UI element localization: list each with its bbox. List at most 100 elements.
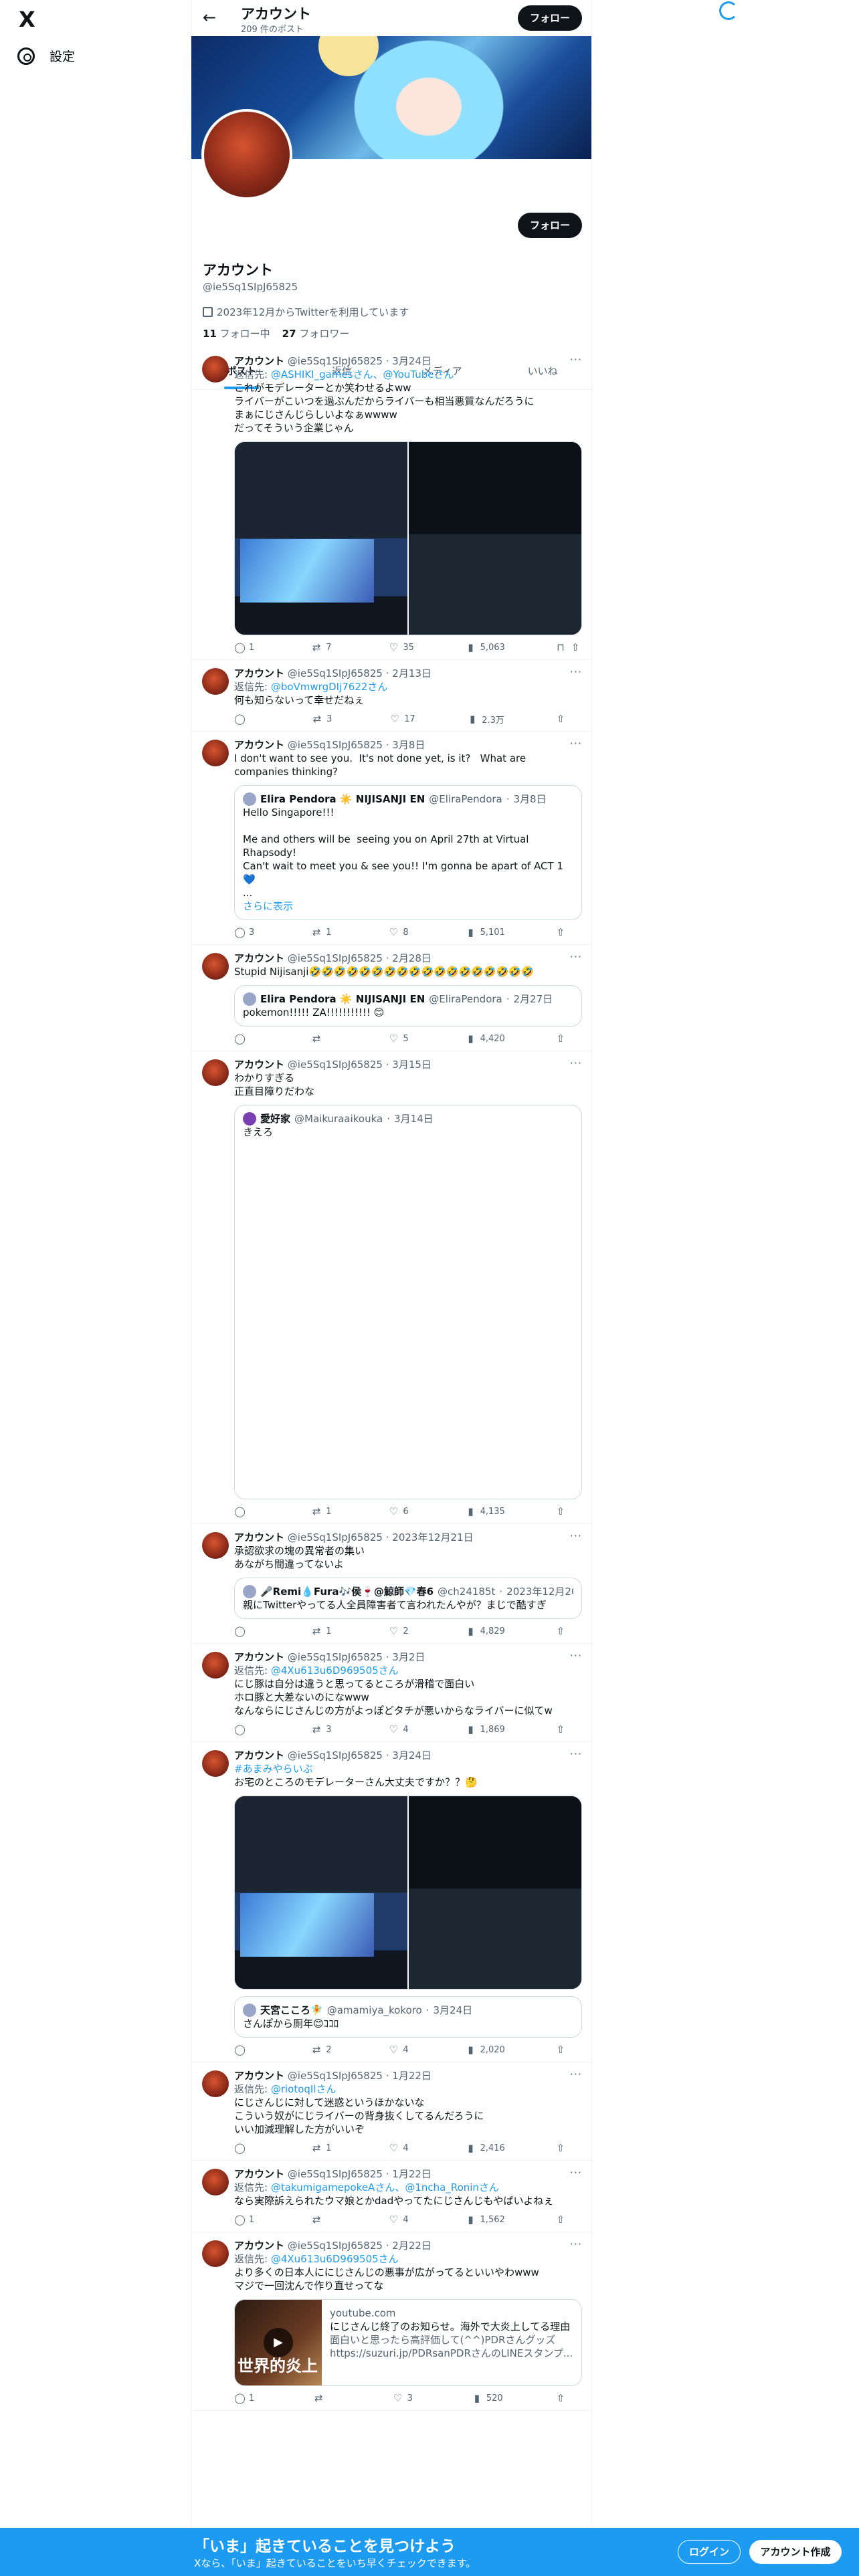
reply-to-link[interactable]: @4Xu613u6D969505さん bbox=[271, 1665, 399, 1677]
like-button[interactable]: ♡ 3 bbox=[393, 2392, 419, 2404]
repost-button[interactable]: ⇄ 3 bbox=[311, 1723, 338, 1735]
views-button[interactable]: ▮ 520 bbox=[472, 2392, 503, 2404]
repost-button[interactable]: ⇄ bbox=[313, 2392, 340, 2404]
settings-link[interactable]: 設定 bbox=[17, 47, 75, 65]
reply-to-link[interactable]: @4Xu613u6D969505さん bbox=[271, 2253, 399, 2265]
tweet[interactable]: ··· アカウント @ie5Sq1SIpJ65825 · 3月24日 #あまみや… bbox=[191, 1742, 593, 2062]
tweet-handle[interactable]: @ie5Sq1SIpJ65825 bbox=[288, 2240, 383, 2252]
reply-button[interactable]: ◯ bbox=[234, 713, 261, 725]
tweet-date[interactable]: 3月8日 bbox=[392, 739, 425, 751]
tweet-handle[interactable]: @ie5Sq1SIpJ65825 bbox=[288, 1059, 383, 1071]
views-button[interactable]: ▮ 4,135 bbox=[466, 1505, 504, 1517]
login-button[interactable]: ログイン bbox=[678, 2540, 741, 2564]
more-icon[interactable]: ··· bbox=[570, 2166, 582, 2179]
tweet[interactable]: ··· アカウント @ie5Sq1SIpJ65825 · 2月28日 Stupi… bbox=[191, 945, 593, 1051]
show-more-link[interactable]: さらに表示 bbox=[243, 899, 573, 913]
repost-button[interactable]: ⇄ 2 bbox=[311, 2044, 338, 2056]
reply-button[interactable]: ◯ bbox=[234, 1625, 261, 1637]
like-button[interactable]: ♡ 4 bbox=[388, 2044, 415, 2056]
quote-tweet[interactable]: 🎤Remi💧Fura🎶侯🍷@鯨師💎春6@ch24185t·2023年12月20日… bbox=[234, 1578, 582, 1619]
tweet[interactable]: ··· アカウント @ie5Sq1SIpJ65825 · 2月13日 返信先: … bbox=[191, 660, 593, 732]
tweet-avatar[interactable] bbox=[202, 1059, 229, 1086]
bookmark-icon[interactable]: ⊓ bbox=[555, 641, 566, 653]
tweet-date[interactable]: 2023年12月21日 bbox=[392, 1531, 473, 1543]
tweet-avatar[interactable] bbox=[202, 2169, 229, 2195]
quote-tweet[interactable]: 天宮こころ🧚 @amamiya_kokoro · 3月24日 さんぽから厠年😊ｺｺﾛ bbox=[234, 1996, 582, 2038]
like-button[interactable]: ♡ 8 bbox=[388, 926, 415, 938]
tweet-avatar[interactable] bbox=[202, 1532, 229, 1559]
tweet[interactable]: ··· アカウント @ie5Sq1SIpJ65825 · 2023年12月21日… bbox=[191, 1524, 593, 1644]
tweet-handle[interactable]: @ie5Sq1SIpJ65825 bbox=[288, 355, 383, 367]
reply-button[interactable]: ◯ bbox=[234, 2142, 261, 2154]
tweet-date[interactable]: 3月24日 bbox=[392, 1749, 432, 1761]
views-button[interactable]: ▮ 4,829 bbox=[466, 1625, 504, 1637]
tweet-date[interactable]: 3月15日 bbox=[392, 1059, 432, 1071]
share-button[interactable]: ⇧ bbox=[555, 1505, 582, 1517]
views-button[interactable]: ▮ 4,420 bbox=[466, 1033, 504, 1045]
repost-button[interactable]: ⇄ bbox=[311, 2214, 338, 2226]
repost-button[interactable]: ⇄ bbox=[311, 1033, 338, 1045]
views-button[interactable]: ▮ 2,416 bbox=[466, 2142, 504, 2154]
reply-to-link[interactable]: @takumigamepokeAさん、@1ncha_Roninさん bbox=[271, 2181, 499, 2193]
repost-button[interactable]: ⇄ 1 bbox=[311, 926, 338, 938]
hashtag-link[interactable]: #あまみやらいぶ bbox=[234, 1763, 313, 1775]
tweet[interactable]: ··· アカウント @ie5Sq1SIpJ65825 · 3月24日 返信先: … bbox=[191, 348, 593, 660]
reply-button[interactable]: ◯ bbox=[234, 2044, 261, 2056]
tweet-author[interactable]: アカウント bbox=[234, 1531, 284, 1543]
tweet-author[interactable]: アカウント bbox=[234, 2070, 284, 2082]
share-button[interactable]: ⇧ bbox=[555, 713, 582, 725]
tweet-author[interactable]: アカウント bbox=[234, 2168, 284, 2180]
reply-button[interactable]: ◯ bbox=[234, 1505, 261, 1517]
like-button[interactable]: ♡ 6 bbox=[388, 1505, 415, 1517]
tweet-handle[interactable]: @ie5Sq1SIpJ65825 bbox=[288, 952, 383, 964]
share-button[interactable]: ⇧ bbox=[555, 2392, 582, 2404]
share-icon[interactable]: ⇧ bbox=[570, 641, 581, 653]
tweet-date[interactable]: 2月22日 bbox=[392, 2240, 432, 2252]
tweet-avatar[interactable] bbox=[202, 1750, 229, 1777]
tweet-author[interactable]: アカウント bbox=[234, 739, 284, 751]
like-button[interactable]: ♡ 35 bbox=[388, 641, 415, 653]
share-button[interactable]: ⇧ bbox=[555, 926, 582, 938]
tweet-media[interactable] bbox=[234, 1796, 582, 1990]
tweet-author[interactable]: アカウント bbox=[234, 667, 284, 679]
tweet-media[interactable] bbox=[234, 441, 582, 635]
quote-tweet[interactable]: 愛好家 @Maikuraaikouka · 3月14日 きえろ bbox=[234, 1105, 582, 1499]
reply-button[interactable]: ◯ 1 bbox=[234, 641, 261, 653]
tweet-handle[interactable]: @ie5Sq1SIpJ65825 bbox=[288, 1749, 383, 1761]
tweet-date[interactable]: 1月22日 bbox=[392, 2168, 432, 2180]
tweet[interactable]: ··· アカウント @ie5Sq1SIpJ65825 · 3月2日 返信先: @… bbox=[191, 1644, 593, 1742]
avatar[interactable] bbox=[201, 109, 292, 200]
tweet-avatar[interactable] bbox=[202, 356, 229, 383]
views-button[interactable]: ▮ 2.3万 bbox=[467, 713, 504, 726]
tweet-author[interactable]: アカウント bbox=[234, 1059, 284, 1071]
tweet-date[interactable]: 3月2日 bbox=[392, 1651, 425, 1663]
tweet-handle[interactable]: @ie5Sq1SIpJ65825 bbox=[288, 1531, 383, 1543]
tweet-avatar[interactable] bbox=[202, 668, 229, 695]
tweet-avatar[interactable] bbox=[202, 2070, 229, 2097]
share-button[interactable]: ⇧ bbox=[555, 1033, 582, 1045]
followers-link[interactable]: 27 フォロワー bbox=[282, 326, 350, 340]
share-button[interactable]: ⇧ bbox=[555, 1625, 582, 1637]
tweet-handle[interactable]: @ie5Sq1SIpJ65825 bbox=[288, 739, 383, 751]
share-button[interactable]: ⇧ bbox=[555, 2214, 582, 2226]
like-button[interactable]: ♡ 2 bbox=[388, 1625, 415, 1637]
tweet-date[interactable]: 2月28日 bbox=[392, 952, 432, 964]
tweet-avatar[interactable] bbox=[202, 740, 229, 766]
tweet-author[interactable]: アカウント bbox=[234, 952, 284, 964]
views-button[interactable]: ▮ 5,063 bbox=[466, 641, 504, 653]
tweet-handle[interactable]: @ie5Sq1SIpJ65825 bbox=[288, 667, 383, 679]
like-button[interactable]: ♡ 4 bbox=[388, 1723, 415, 1735]
more-icon[interactable]: ··· bbox=[570, 1649, 582, 1662]
more-icon[interactable]: ··· bbox=[570, 2238, 582, 2250]
repost-button[interactable]: ⇄ 7 bbox=[311, 641, 338, 653]
share-button[interactable]: ⇧ bbox=[555, 1723, 582, 1735]
reply-button[interactable]: ◯ 1 bbox=[234, 2214, 261, 2226]
tweet[interactable]: ··· アカウント @ie5Sq1SIpJ65825 · 3月8日 I don'… bbox=[191, 732, 593, 945]
tweet[interactable]: ··· アカウント @ie5Sq1SIpJ65825 · 1月22日 返信先: … bbox=[191, 2161, 593, 2232]
like-button[interactable]: ♡ 5 bbox=[388, 1033, 415, 1045]
tweet-handle[interactable]: @ie5Sq1SIpJ65825 bbox=[288, 1651, 383, 1663]
reply-button[interactable]: ◯ 1 bbox=[234, 2392, 261, 2404]
header-follow-button[interactable]: フォロー bbox=[518, 5, 582, 31]
more-icon[interactable]: ··· bbox=[570, 737, 582, 750]
repost-button[interactable]: ⇄ 3 bbox=[312, 713, 339, 725]
